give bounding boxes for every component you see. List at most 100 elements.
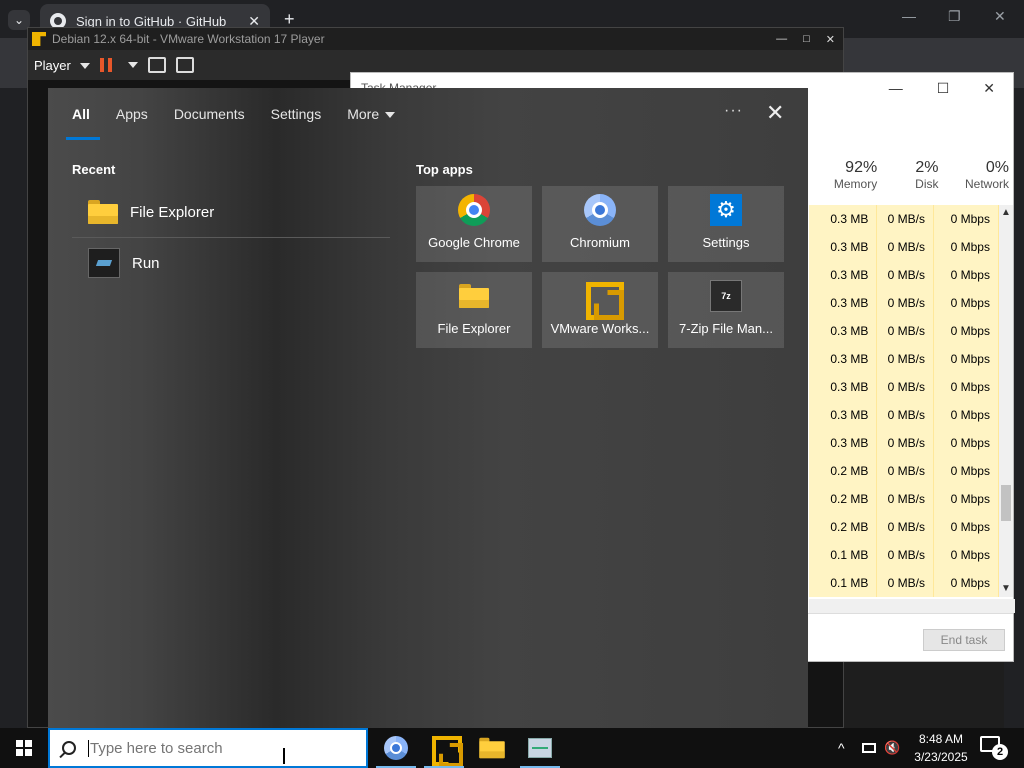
more-options-icon[interactable]: ··· — [724, 102, 743, 120]
table-row[interactable]: 0.2 MB 0 MB/s 0 Mbps — [809, 485, 999, 513]
table-row[interactable]: 0.3 MB 0 MB/s 0 Mbps — [809, 373, 999, 401]
chromium-icon — [584, 194, 616, 226]
table-cell: 0.3 MB — [809, 317, 878, 345]
table-cell: 0 Mbps — [933, 485, 999, 513]
vmware-icon — [432, 736, 456, 760]
table-cell: 0 MB/s — [877, 541, 934, 569]
tm-close-button[interactable]: ✕ — [983, 80, 995, 97]
chrome-minimize-button[interactable]: — — [902, 8, 916, 24]
table-row[interactable]: 0.3 MB 0 MB/s 0 Mbps — [809, 429, 999, 457]
table-cell: 0 Mbps — [933, 457, 999, 485]
process-table: 0.3 MB 0 MB/s 0 Mbps 0.3 MB 0 MB/s 0 Mbps 0.3 … — [809, 205, 999, 597]
table-cell: 0 MB/s — [877, 429, 934, 457]
vmware-close-button[interactable]: ✕ — [826, 33, 835, 46]
table-cell: 0 Mbps — [933, 205, 999, 233]
start-search-panel: All Apps Documents Settings More ··· ✕ R… — [48, 88, 808, 728]
taskbar-app-file-explorer[interactable] — [468, 728, 516, 768]
close-icon[interactable]: ✕ — [766, 100, 784, 126]
table-row[interactable]: 0.1 MB 0 MB/s 0 Mbps — [809, 541, 999, 569]
table-cell: 0 MB/s — [877, 401, 934, 429]
start-button[interactable] — [0, 728, 48, 768]
table-row[interactable]: 0.3 MB 0 MB/s 0 Mbps — [809, 317, 999, 345]
folder-icon — [459, 284, 489, 308]
tm-scroll-thumb[interactable] — [1001, 485, 1011, 521]
fullscreen-icon[interactable] — [176, 57, 195, 73]
table-cell: 0 Mbps — [933, 261, 999, 289]
tab-settings[interactable]: Settings — [271, 88, 322, 140]
table-row[interactable]: 0.3 MB 0 MB/s 0 Mbps — [809, 401, 999, 429]
taskbar-search-box[interactable] — [48, 728, 368, 768]
table-cell: 0 Mbps — [933, 233, 999, 261]
tab-more[interactable]: More — [347, 88, 396, 140]
table-row[interactable]: 0.3 MB 0 MB/s 0 Mbps — [809, 345, 999, 373]
tab-all[interactable]: All — [66, 88, 100, 140]
player-menu[interactable]: Player — [34, 58, 91, 73]
volume-muted-icon[interactable]: 🔇 — [884, 728, 900, 768]
column-header-disk[interactable]: 2% Disk — [883, 159, 944, 203]
chrome-restore-button[interactable]: ❐ — [948, 8, 961, 25]
taskbar-app-task-manager[interactable] — [516, 728, 564, 768]
scroll-up-icon[interactable]: ▲ — [1001, 207, 1011, 218]
table-row[interactable]: 0.2 MB 0 MB/s 0 Mbps — [809, 457, 999, 485]
end-task-button[interactable]: End task — [923, 629, 1005, 651]
tm-vertical-scrollbar[interactable] — [999, 205, 1013, 597]
top-app-settings[interactable]: ⚙ Settings — [668, 186, 784, 262]
column-header-network[interactable]: 0% Network — [945, 159, 1016, 203]
table-cell: 0 Mbps — [933, 373, 999, 401]
table-row[interactable]: 0.3 MB 0 MB/s 0 Mbps — [809, 289, 999, 317]
table-cell: 0 Mbps — [933, 541, 999, 569]
table-cell: 0 Mbps — [933, 429, 999, 457]
top-app-7zip[interactable]: 7z 7-Zip File Man... — [668, 272, 784, 348]
vmware-minimize-button[interactable]: — — [776, 33, 787, 46]
divider — [72, 237, 390, 238]
chrome-page-left-edge — [0, 88, 28, 728]
table-cell: 0 MB/s — [877, 485, 934, 513]
folder-icon — [88, 200, 118, 224]
chrome-close-button[interactable]: ✕ — [994, 8, 1006, 25]
taskbar-clock[interactable]: 8:48 AM 3/23/2025 — [910, 730, 972, 766]
chromium-icon — [384, 736, 408, 760]
table-row[interactable]: 0.3 MB 0 MB/s 0 Mbps — [809, 205, 999, 233]
table-cell: 0 MB/s — [877, 289, 934, 317]
recent-item-run[interactable]: Run — [72, 239, 390, 287]
table-row[interactable]: 0.3 MB 0 MB/s 0 Mbps — [809, 261, 999, 289]
table-cell: 0 MB/s — [877, 233, 934, 261]
search-input[interactable] — [88, 739, 278, 757]
search-filter-tabs: All Apps Documents Settings More — [48, 88, 808, 140]
taskbar-app-chromium[interactable] — [372, 728, 420, 768]
chrome-icon — [458, 194, 490, 226]
top-app-file-explorer[interactable]: File Explorer — [416, 272, 532, 348]
table-cell: 0 MB/s — [877, 457, 934, 485]
folder-icon — [479, 737, 505, 759]
tray-chevron-icon[interactable]: ^ — [838, 728, 845, 768]
table-cell: 0.1 MB — [809, 569, 878, 597]
table-row[interactable]: 0.1 MB 0 MB/s 0 Mbps — [809, 569, 999, 597]
tm-minimize-button[interactable]: — — [889, 80, 903, 97]
table-cell: 0.3 MB — [809, 261, 878, 289]
chevron-down-icon[interactable] — [128, 62, 139, 68]
vmware-maximize-button[interactable]: □ — [803, 33, 810, 46]
chevron-down-icon — [80, 63, 91, 70]
scroll-down-icon[interactable]: ▼ — [1001, 583, 1011, 594]
top-app-vmware[interactable]: VMware Works... — [542, 272, 658, 348]
tm-maximize-button[interactable]: ☐ — [937, 80, 950, 97]
taskbar-app-vmware[interactable] — [420, 728, 468, 768]
network-icon[interactable] — [862, 728, 876, 768]
top-app-chromium[interactable]: Chromium — [542, 186, 658, 262]
column-header-memory[interactable]: 92% Memory — [809, 159, 883, 203]
tm-horizontal-scrollbar[interactable] — [809, 599, 1015, 613]
recent-item-file-explorer[interactable]: File Explorer — [72, 188, 390, 236]
tab-apps[interactable]: Apps — [116, 88, 148, 140]
tab-documents[interactable]: Documents — [174, 88, 245, 140]
send-ctrl-alt-del-icon[interactable] — [148, 57, 167, 73]
vmware-logo-icon — [32, 32, 46, 46]
table-cell: 0 MB/s — [877, 373, 934, 401]
table-row[interactable]: 0.2 MB 0 MB/s 0 Mbps — [809, 513, 999, 541]
table-row[interactable]: 0.3 MB 0 MB/s 0 Mbps — [809, 233, 999, 261]
table-cell: 0.3 MB — [809, 401, 878, 429]
gear-icon: ⚙ — [710, 194, 742, 226]
action-center-button[interactable]: 2 — [980, 736, 1008, 760]
top-app-google-chrome[interactable]: Google Chrome — [416, 186, 532, 262]
table-cell: 0 Mbps — [933, 317, 999, 345]
pause-icon[interactable] — [100, 58, 113, 72]
